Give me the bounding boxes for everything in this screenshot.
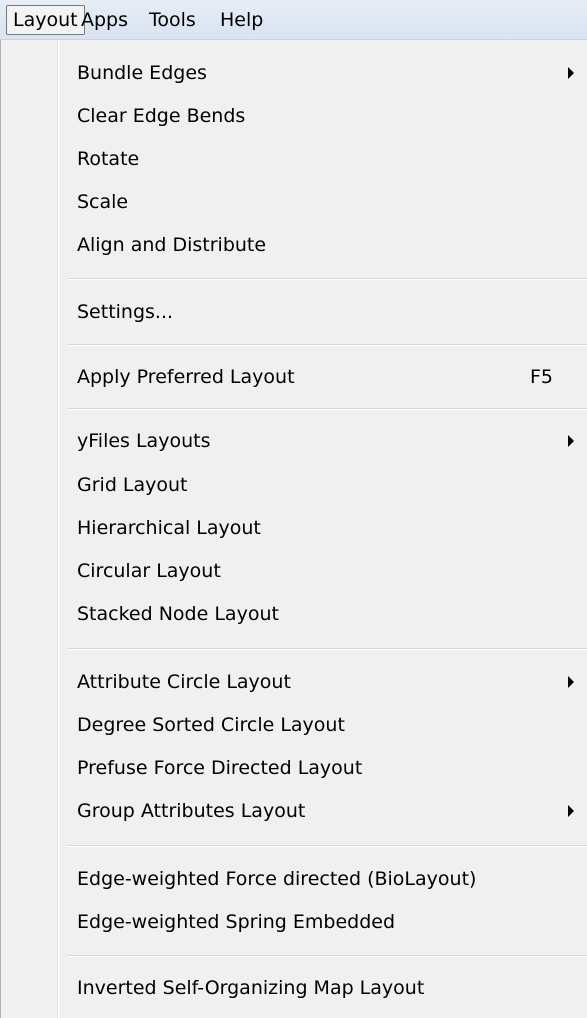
menu-item-label: Circular Layout xyxy=(77,560,221,582)
menu-item-yfiles-layouts[interactable]: yFiles Layouts xyxy=(67,420,577,462)
menu-item-label: Edge-weighted Spring Embedded xyxy=(77,911,396,933)
menu-separator xyxy=(67,408,587,410)
menu-item-edge-weighted-spring-embedded[interactable]: Edge-weighted Spring Embedded xyxy=(67,901,577,943)
menu-item-label: Inverted Self-Organizing Map Layout xyxy=(77,977,425,999)
menu-item-prefuse-force-directed-layout[interactable]: Prefuse Force Directed Layout xyxy=(67,747,577,789)
menu-icon-gutter xyxy=(57,40,59,1018)
menu-item-label: Clear Edge Bends xyxy=(77,105,246,127)
submenu-arrow-icon xyxy=(565,661,577,703)
menu-separator xyxy=(67,648,587,650)
menu-item-inverted-self-organizing-map-layout[interactable]: Inverted Self-Organizing Map Layout xyxy=(67,967,577,1009)
menu-help[interactable]: Help xyxy=(214,5,269,35)
menu-item-clear-edge-bends[interactable]: Clear Edge Bends xyxy=(67,95,577,137)
menu-item-hierarchical-layout[interactable]: Hierarchical Layout xyxy=(67,507,577,549)
submenu-arrow-icon xyxy=(565,420,577,462)
menu-item-label: Group Attributes Layout xyxy=(77,800,306,822)
menu-item-rotate[interactable]: Rotate xyxy=(67,138,577,180)
menu-item-label: Rotate xyxy=(77,148,140,170)
menu-separator xyxy=(67,955,587,957)
menu-item-label: Grid Layout xyxy=(77,474,188,496)
menu-item-attribute-circle-layout[interactable]: Attribute Circle Layout xyxy=(67,661,577,703)
menu-item-shortcut: F5 xyxy=(529,366,553,388)
submenu-arrow-icon xyxy=(565,52,577,94)
menu-item-label: Settings... xyxy=(77,301,174,323)
menu-item-grid-layout[interactable]: Grid Layout xyxy=(67,464,577,506)
menu-item-stacked-node-layout[interactable]: Stacked Node Layout xyxy=(67,593,577,635)
menu-item-label: Scale xyxy=(77,191,129,213)
menu-separator xyxy=(67,278,587,280)
menu-item-group-attributes-layout[interactable]: Group Attributes Layout xyxy=(67,790,577,832)
menu-item-label: Hierarchical Layout xyxy=(77,517,261,539)
menu-item-align-and-distribute[interactable]: Align and Distribute xyxy=(67,224,577,266)
menu-item-label: yFiles Layouts xyxy=(77,430,211,452)
menu-separator xyxy=(67,344,587,346)
menu-item-label: Attribute Circle Layout xyxy=(77,671,291,693)
menu-bar: Layout Apps Tools Help xyxy=(0,0,587,40)
layout-dropdown-menu: Bundle Edges Clear Edge Bends Rotate Sca… xyxy=(0,40,587,1018)
menu-item-label: Align and Distribute xyxy=(77,234,267,256)
menu-item-label: Edge-weighted Force directed (BioLayout) xyxy=(77,868,477,890)
menu-layout[interactable]: Layout xyxy=(6,5,85,35)
menu-tools[interactable]: Tools xyxy=(143,5,202,35)
menu-item-label: Degree Sorted Circle Layout xyxy=(77,714,345,736)
menu-item-label: Apply Preferred Layout xyxy=(77,366,295,388)
menu-apps[interactable]: Apps xyxy=(75,5,134,35)
menu-item-settings[interactable]: Settings... xyxy=(67,291,577,333)
menu-item-bundle-edges[interactable]: Bundle Edges xyxy=(67,52,577,94)
menu-item-edge-weighted-force-directed[interactable]: Edge-weighted Force directed (BioLayout) xyxy=(67,858,577,900)
menu-item-scale[interactable]: Scale xyxy=(67,181,577,223)
menu-item-degree-sorted-circle-layout[interactable]: Degree Sorted Circle Layout xyxy=(67,704,577,746)
submenu-arrow-icon xyxy=(565,790,577,832)
menu-item-label: Stacked Node Layout xyxy=(77,603,279,625)
menu-separator xyxy=(67,845,587,847)
menu-item-label: Prefuse Force Directed Layout xyxy=(77,757,363,779)
menu-item-label: Bundle Edges xyxy=(77,62,207,84)
menu-item-apply-preferred-layout[interactable]: Apply Preferred Layout F5 xyxy=(67,356,577,398)
menu-item-circular-layout[interactable]: Circular Layout xyxy=(67,550,577,592)
